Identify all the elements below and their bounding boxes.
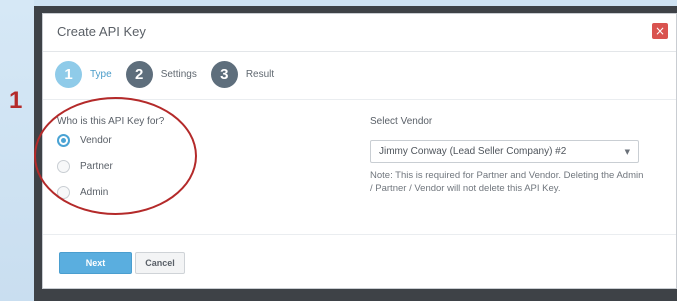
step-number: 1 <box>55 60 82 88</box>
step-label: Type <box>90 68 112 80</box>
annotation-number: 1 <box>9 87 23 114</box>
chevron-down-icon: ▼ <box>624 147 630 156</box>
step-type: 1 Type <box>55 60 112 88</box>
cancel-button[interactable]: Cancel <box>135 252 185 274</box>
step-number: 3 <box>210 60 238 88</box>
page-backdrop <box>0 0 34 301</box>
vendor-selected-value: Jimmy Conway (Lead Seller Company) #2 <box>379 146 567 157</box>
vendor-select[interactable]: Jimmy Conway (Lead Seller Company) #2 ▼ <box>370 140 639 163</box>
close-button[interactable]: × <box>652 23 668 39</box>
dialog-title: Create API Key <box>57 24 146 39</box>
close-icon: × <box>654 24 666 38</box>
step-result: 3 Result <box>210 60 275 88</box>
footer-divider <box>43 234 676 235</box>
step-number: 2 <box>125 60 153 88</box>
step-label: Result <box>245 68 275 80</box>
step-label: Settings <box>160 68 197 80</box>
vendor-note: Note: This is required for Partner and V… <box>370 170 644 194</box>
next-button[interactable]: Next <box>59 252 132 274</box>
dialog-footer: Next Cancel <box>59 252 185 274</box>
annotation-circle <box>34 97 197 215</box>
vendor-label: Select Vendor <box>370 116 433 127</box>
vendor-group: Select Vendor Jimmy Conway (Lead Seller … <box>370 116 650 195</box>
step-settings: 2 Settings <box>125 60 197 88</box>
dialog-header: Create API Key × <box>43 14 676 52</box>
wizard-steps: 1 Type 2 Settings 3 Result <box>55 59 288 89</box>
